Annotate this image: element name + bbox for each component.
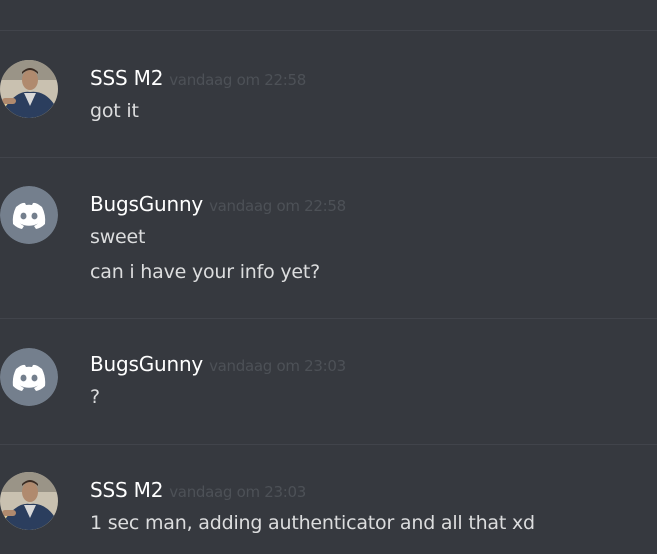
author-name[interactable]: BugsGunny [90,192,203,216]
author-name[interactable]: BugsGunny [90,352,203,376]
timestamp: vandaag om 22:58 [209,197,346,215]
discord-logo-icon [0,348,58,406]
timestamp: vandaag om 23:03 [209,357,346,375]
discord-default-avatar[interactable] [0,348,58,406]
message-text: got it [90,100,139,122]
message-divider [0,30,657,31]
timestamp: vandaag om 22:58 [169,71,306,89]
message-divider [0,444,657,445]
message-divider [0,157,657,158]
discord-logo-icon [0,186,58,244]
author-name[interactable]: SSS M2 [90,66,163,90]
message-header: BugsGunny vandaag om 23:03 [90,352,346,376]
timestamp: vandaag om 23:03 [169,483,306,501]
user-photo-avatar[interactable] [0,60,58,118]
discord-default-avatar[interactable] [0,186,58,244]
message-text: ? [90,386,100,408]
message-divider [0,318,657,319]
author-name[interactable]: SSS M2 [90,478,163,502]
message-header: SSS M2 vandaag om 23:03 [90,478,306,502]
message-text: can i have your info yet? [90,261,321,283]
message-text: sweet [90,226,146,248]
chat-messages: SSS M2 vandaag om 22:58 got it BugsGunny v… [0,0,657,554]
message-header: SSS M2 vandaag om 22:58 [90,66,306,90]
user-photo-avatar[interactable] [0,472,58,530]
message-text: 1 sec man, adding authenticator and all … [90,512,535,534]
message-header: BugsGunny vandaag om 22:58 [90,192,346,216]
